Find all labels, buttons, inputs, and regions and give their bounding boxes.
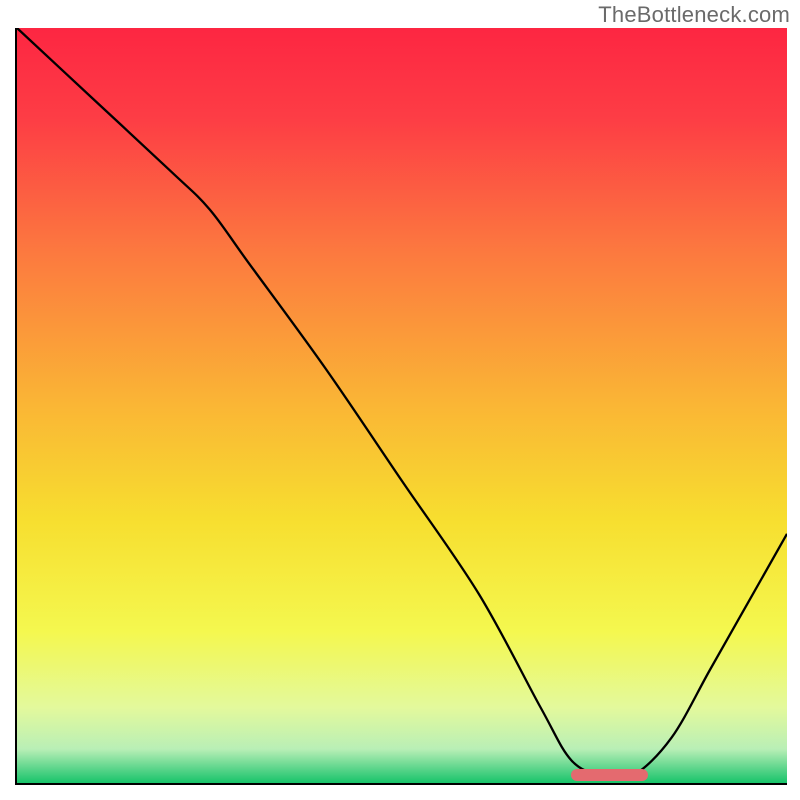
target-marker <box>571 769 648 781</box>
watermark-text: TheBottleneck.com <box>598 2 790 28</box>
chart-plot-area <box>15 28 787 785</box>
bottleneck-curve <box>17 28 787 783</box>
